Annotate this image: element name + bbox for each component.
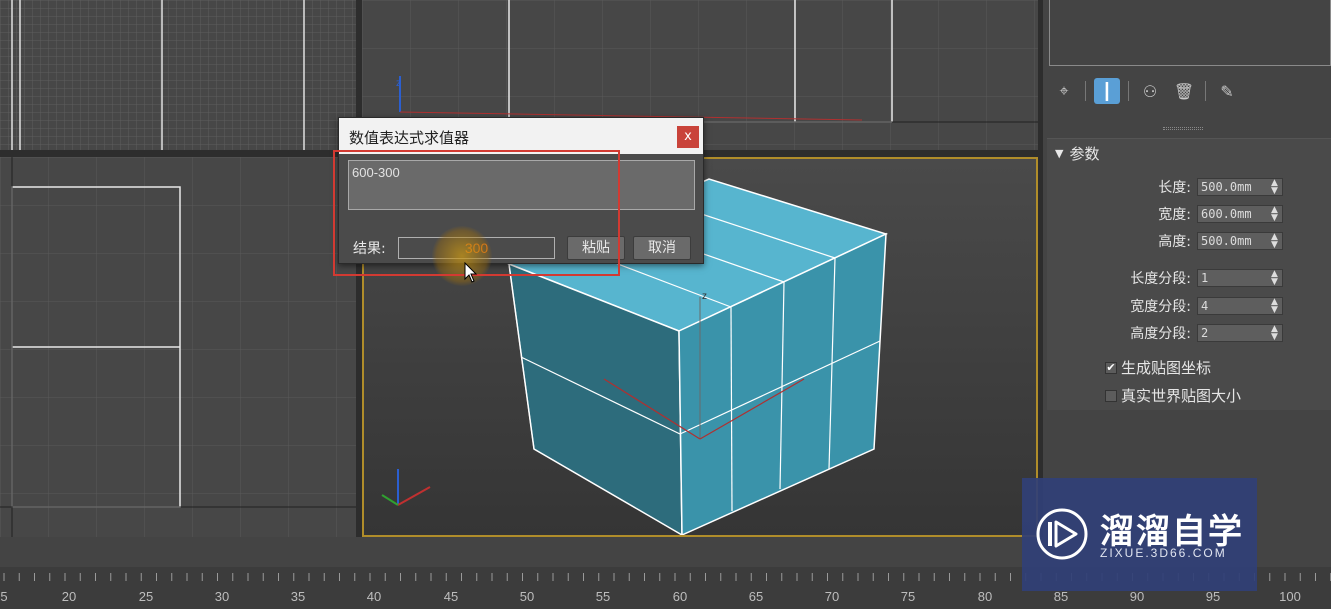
ruler-tick-label: 30 xyxy=(214,589,230,604)
play-logo-icon xyxy=(1036,508,1088,560)
modifier-stack-icon[interactable]: ┃ xyxy=(1094,78,1120,104)
rollout-title: 参数 xyxy=(1069,145,1100,163)
ruler-tick-label: 90 xyxy=(1129,589,1145,604)
ruler-tick-label: 80 xyxy=(977,589,993,604)
spinner-icon[interactable]: ▲ ▼ xyxy=(1271,270,1278,287)
param-length-segs: 长度分段: 1 ▲ ▼ xyxy=(1047,268,1331,288)
ruler-tick-label: 95 xyxy=(1205,589,1221,604)
svg-text:z: z xyxy=(702,291,707,302)
command-panel: ⌖ ┃ ⚇ 🗑 ✎ ▼ 参数 长度: 500.0mm ▲ ▼ 宽度: 600.0m… xyxy=(1043,0,1331,537)
param-length: 长度: 500.0mm ▲ ▼ xyxy=(1047,177,1331,197)
watermark-subtitle: ZIXUE.3D66.COM xyxy=(1100,546,1227,560)
svg-text:z: z xyxy=(396,78,401,89)
ruler-tick-label: 85 xyxy=(1053,589,1069,604)
ruler-tick-label: 40 xyxy=(366,589,382,604)
ruler-tick-label: 45 xyxy=(443,589,459,604)
configure-icon[interactable]: ✎ xyxy=(1214,78,1240,104)
delete-icon[interactable]: 🗑 xyxy=(1171,78,1197,104)
panel-drag-handle[interactable] xyxy=(1163,127,1203,130)
ruler-tick-label: 20 xyxy=(61,589,77,604)
param-height-segs: 高度分段: 2 ▲ ▼ xyxy=(1047,323,1331,343)
spinner-icon[interactable]: ▲ ▼ xyxy=(1271,179,1278,196)
spinner-icon[interactable]: ▲ ▼ xyxy=(1271,206,1278,223)
toolbar-separator xyxy=(1128,81,1129,101)
viewport-top[interactable] xyxy=(0,0,356,150)
rollout-header[interactable]: ▼ 参数 xyxy=(1055,143,1099,164)
ruler-tick-label: 25 xyxy=(138,589,154,604)
checkmark-icon: ✔ xyxy=(1105,360,1117,374)
show-end-result-icon[interactable]: ⚇ xyxy=(1137,78,1163,104)
ruler-tick-label: 65 xyxy=(748,589,764,604)
param-width: 宽度: 600.0mm ▲ ▼ xyxy=(1047,204,1331,224)
app-window: z z 5 20 25 30 35 40 45 50 55 60 65 70 7… xyxy=(0,0,1331,609)
ruler-tick-label: 5 xyxy=(0,589,8,604)
ruler-tick-label: 55 xyxy=(595,589,611,604)
close-button[interactable]: x xyxy=(677,126,699,148)
mouse-cursor-icon xyxy=(464,262,478,283)
ruler-tick-label: 35 xyxy=(290,589,306,604)
real-world-map-size-checkbox[interactable]: 真实世界贴图大小 xyxy=(1105,385,1241,406)
param-height: 高度: 500.0mm ▲ ▼ xyxy=(1047,231,1331,251)
spinner-icon[interactable]: ▲ ▼ xyxy=(1271,298,1278,315)
annotation-highlight-box xyxy=(333,150,620,276)
ruler-tick-label: 50 xyxy=(519,589,535,604)
dialog-title: 数值表达式求值器 xyxy=(349,129,470,147)
top-grid xyxy=(0,0,356,150)
left-grid xyxy=(0,157,356,537)
collapse-arrow-icon: ▼ xyxy=(1055,147,1064,160)
dialog-titlebar[interactable]: 数值表达式求值器 x xyxy=(339,118,703,154)
checkbox-empty-icon xyxy=(1105,389,1117,402)
toolbar-separator xyxy=(1205,81,1206,101)
parameters-rollout: ▼ 参数 长度: 500.0mm ▲ ▼ 宽度: 600.0mm ▲ ▼ 高度: 5… xyxy=(1047,138,1331,410)
spinner-icon[interactable]: ▲ ▼ xyxy=(1271,325,1278,342)
spinner-icon[interactable]: ▲ ▼ xyxy=(1271,233,1278,250)
ruler-tick-label: 70 xyxy=(824,589,840,604)
param-width-segs: 宽度分段: 4 ▲ ▼ xyxy=(1047,296,1331,316)
gen-mapping-coords-checkbox[interactable]: ✔ 生成贴图坐标 xyxy=(1105,357,1211,378)
object-name-area[interactable] xyxy=(1049,0,1331,66)
pin-icon[interactable]: ⌖ xyxy=(1051,78,1077,104)
toolbar-separator xyxy=(1085,81,1086,101)
cancel-button[interactable]: 取消 xyxy=(633,236,691,260)
ruler-tick-label: 60 xyxy=(672,589,688,604)
ruler-tick-label: 75 xyxy=(900,589,916,604)
viewport-left[interactable] xyxy=(0,157,356,537)
ruler-tick-label: 100 xyxy=(1279,589,1301,604)
modifier-toolbar: ⌖ ┃ ⚇ 🗑 ✎ xyxy=(1051,76,1240,106)
watermark: 溜溜自学 ZIXUE.3D66.COM xyxy=(1022,478,1257,591)
